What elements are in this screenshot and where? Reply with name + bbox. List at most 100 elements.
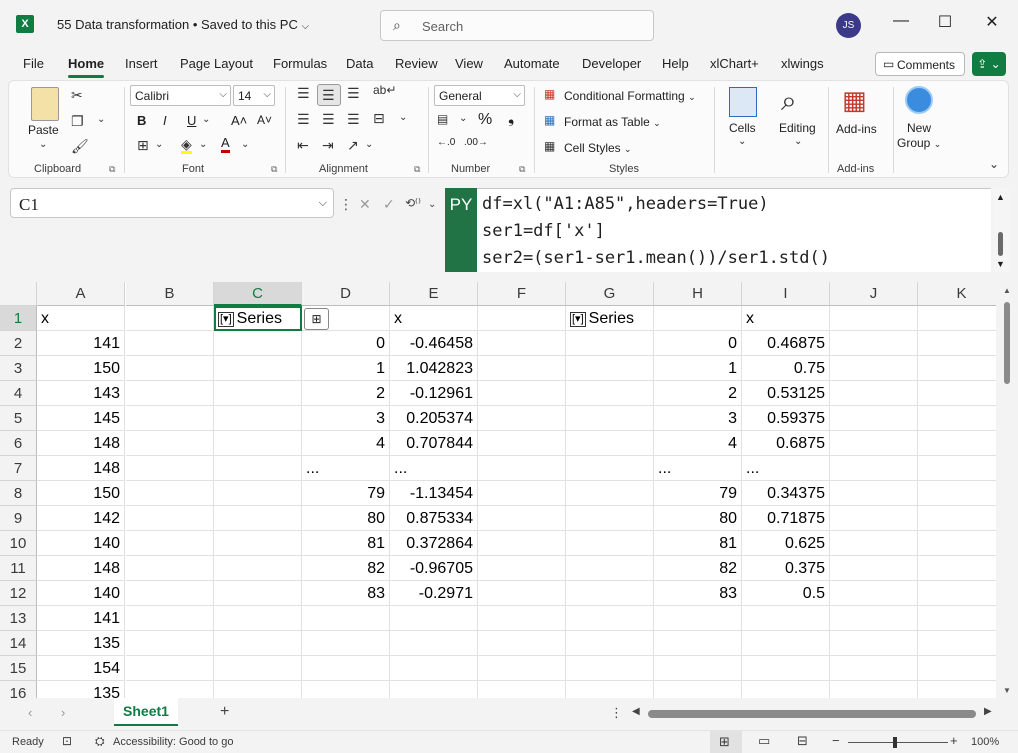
cell[interactable] — [214, 631, 302, 656]
number-format-select[interactable]: General ⌵ — [434, 85, 525, 106]
cell[interactable]: 79 — [302, 481, 390, 506]
row-header[interactable]: 4 — [0, 381, 37, 406]
vertical-scrollbar[interactable]: ▲ ▼ — [996, 282, 1018, 698]
cell[interactable] — [830, 431, 918, 456]
maximize-button[interactable]: ☐ — [933, 12, 957, 32]
cell[interactable] — [478, 431, 566, 456]
accessibility-icon[interactable]: ⛭ — [95, 734, 105, 749]
accessibility-status[interactable]: Accessibility: Good to go — [113, 736, 233, 748]
cell[interactable]: ... — [742, 456, 830, 481]
cell-styles-button[interactable]: Cell Styles ⌄ — [564, 141, 632, 155]
fill-color-icon[interactable]: ◈ — [181, 137, 192, 154]
cell[interactable] — [566, 356, 654, 381]
cell[interactable]: -0.96705 — [390, 556, 478, 581]
row-header[interactable]: 3 — [0, 356, 37, 381]
cell[interactable]: 0.875334 — [390, 506, 478, 531]
cell[interactable] — [478, 306, 566, 331]
cell[interactable]: 141 — [37, 606, 125, 631]
cell[interactable] — [214, 481, 302, 506]
chevron-down-icon[interactable]: ⌄ — [428, 199, 436, 210]
add-sheet-button[interactable]: + — [220, 703, 229, 721]
cell[interactable] — [918, 581, 996, 606]
copy-icon[interactable]: ❐ — [71, 113, 84, 130]
insert-data-icon[interactable]: ⊞ — [304, 308, 329, 330]
share-button[interactable]: ⇪ ⌄ — [972, 52, 1006, 76]
cell[interactable] — [390, 606, 478, 631]
cell[interactable]: -0.2971 — [390, 581, 478, 606]
cell[interactable] — [566, 481, 654, 506]
cell[interactable] — [566, 456, 654, 481]
cells-icon[interactable] — [729, 87, 757, 117]
cell[interactable] — [918, 431, 996, 456]
column-header-g[interactable]: G — [566, 282, 654, 306]
align-center-icon[interactable]: ☰ — [322, 111, 335, 128]
bold-button[interactable]: B — [137, 113, 146, 128]
scroll-left-icon[interactable]: ◀ — [632, 706, 640, 717]
cell[interactable] — [918, 631, 996, 656]
cell[interactable] — [918, 606, 996, 631]
cell[interactable]: 81 — [654, 531, 742, 556]
tab-file[interactable]: File — [23, 56, 44, 71]
cancel-icon[interactable]: ✕ — [359, 196, 371, 213]
cell[interactable] — [566, 631, 654, 656]
cell[interactable] — [126, 581, 214, 606]
cell[interactable] — [566, 431, 654, 456]
select-all-corner[interactable] — [0, 282, 37, 306]
cell[interactable] — [214, 356, 302, 381]
cell[interactable]: 150 — [37, 356, 125, 381]
chevron-down-icon[interactable]: ⌄ — [97, 114, 105, 125]
cut-icon[interactable]: ✂ — [71, 87, 83, 104]
cell[interactable]: ... — [654, 456, 742, 481]
cell[interactable] — [830, 631, 918, 656]
column-header-h[interactable]: H — [654, 282, 742, 306]
cell[interactable] — [478, 331, 566, 356]
cell[interactable]: 0.59375 — [742, 406, 830, 431]
column-header-f[interactable]: F — [478, 282, 566, 306]
cell[interactable] — [478, 656, 566, 681]
borders-icon[interactable]: ⊞ — [137, 137, 149, 154]
name-box[interactable]: C1 ⌵ — [10, 188, 334, 218]
cell[interactable]: 0.372864 — [390, 531, 478, 556]
cell[interactable] — [830, 606, 918, 631]
cell[interactable]: 0.375 — [742, 556, 830, 581]
cell[interactable] — [478, 681, 566, 698]
cell[interactable]: 154 — [37, 656, 125, 681]
cell[interactable]: 83 — [302, 581, 390, 606]
cell[interactable] — [478, 356, 566, 381]
cell[interactable]: 1 — [654, 356, 742, 381]
cell[interactable] — [214, 656, 302, 681]
cell[interactable]: 148 — [37, 556, 125, 581]
cell[interactable] — [830, 406, 918, 431]
cell[interactable] — [302, 656, 390, 681]
cell[interactable] — [566, 406, 654, 431]
cell[interactable] — [566, 581, 654, 606]
merge-center-icon[interactable]: ⊟ — [373, 110, 385, 127]
cell[interactable] — [918, 506, 996, 531]
percent-style-button[interactable]: % — [478, 111, 492, 129]
cell[interactable] — [918, 481, 996, 506]
cell[interactable]: 3 — [654, 406, 742, 431]
align-right-icon[interactable]: ☰ — [347, 111, 360, 128]
cell[interactable]: x — [742, 306, 830, 331]
more-options-icon[interactable]: ⋮ — [610, 705, 623, 721]
editing-search-icon[interactable]: ⌕ — [781, 85, 797, 118]
conditional-formatting-icon[interactable]: ▦ — [544, 87, 555, 101]
cell[interactable] — [478, 456, 566, 481]
add-ins-icon[interactable]: ▦ — [842, 85, 867, 116]
column-header-k[interactable]: K — [918, 282, 996, 306]
cell[interactable] — [566, 506, 654, 531]
cell[interactable]: 135 — [37, 631, 125, 656]
increase-font-icon[interactable]: A˄ — [231, 113, 247, 128]
cell[interactable] — [830, 581, 918, 606]
cell[interactable] — [830, 506, 918, 531]
cell[interactable]: -1.13454 — [390, 481, 478, 506]
cells-button[interactable]: Cells — [729, 121, 756, 135]
formula-input[interactable]: df=xl("A1:A85",headers=True) ser1=df['x'… — [477, 188, 991, 272]
cell[interactable] — [918, 381, 996, 406]
comments-button[interactable]: ▭ Comments — [875, 52, 965, 76]
horizontal-scroll-thumb[interactable] — [648, 710, 976, 718]
cell[interactable] — [390, 631, 478, 656]
page-layout-view-icon[interactable]: ▭ — [758, 733, 770, 749]
cell[interactable] — [214, 681, 302, 698]
spreadsheet-grid[interactable]: A B C D E F G H I J K 1 2 3 4 5 6 7 8 9 10 11 12 13 14 15 16 x 141 15… — [0, 282, 996, 698]
